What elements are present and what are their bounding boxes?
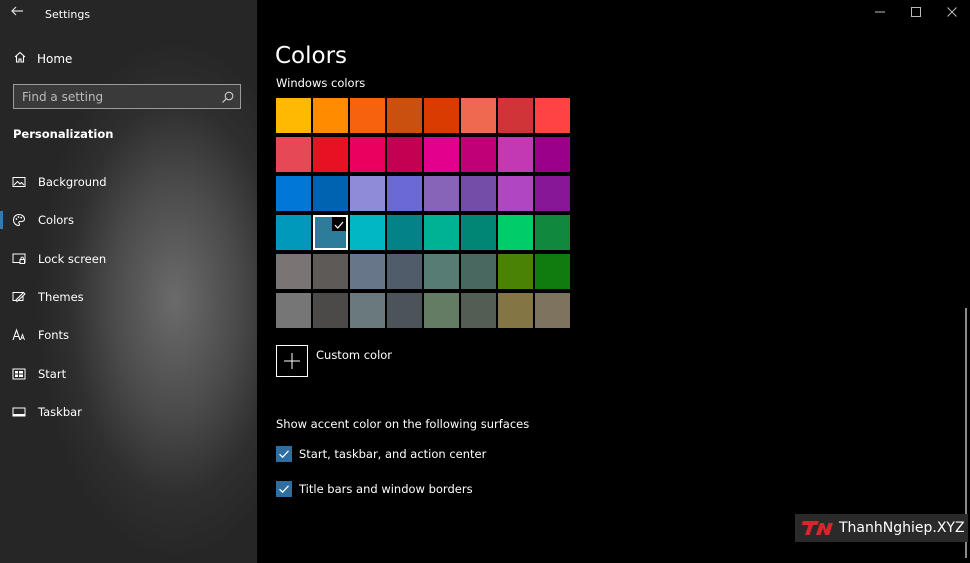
palette-icon xyxy=(12,213,26,227)
color-swatch[interactable] xyxy=(387,137,422,172)
themes-icon xyxy=(12,290,26,304)
color-swatch[interactable] xyxy=(350,293,385,328)
color-swatch[interactable] xyxy=(276,137,311,172)
color-swatch[interactable] xyxy=(461,176,496,211)
sidebar-item-label: Colors xyxy=(38,213,75,227)
color-swatch[interactable] xyxy=(424,98,459,133)
color-swatch[interactable] xyxy=(461,98,496,133)
color-swatch[interactable] xyxy=(424,137,459,172)
color-swatch[interactable] xyxy=(498,176,533,211)
sidebar-item-colors[interactable]: Colors xyxy=(0,205,257,235)
color-swatch[interactable] xyxy=(276,254,311,289)
home-label: Home xyxy=(37,51,73,66)
image-icon xyxy=(12,175,26,189)
color-swatch[interactable] xyxy=(424,176,459,211)
home-icon xyxy=(13,50,27,67)
checkbox-checked-icon[interactable] xyxy=(276,446,292,462)
lock-screen-icon xyxy=(12,252,26,266)
color-swatch[interactable] xyxy=(276,176,311,211)
sidebar-item-label: Taskbar xyxy=(38,405,82,419)
section-title: Personalization xyxy=(13,127,114,141)
color-swatch[interactable] xyxy=(498,137,533,172)
sidebar-item-start[interactable]: Start xyxy=(0,359,257,389)
color-swatch[interactable] xyxy=(387,215,422,250)
color-swatch[interactable] xyxy=(313,176,348,211)
color-swatch[interactable] xyxy=(424,254,459,289)
color-swatch[interactable] xyxy=(424,215,459,250)
color-swatch-grid xyxy=(276,98,570,328)
color-swatch[interactable] xyxy=(498,215,533,250)
sidebar-item-background[interactable]: Background xyxy=(0,167,257,197)
checkbox-label: Start, taskbar, and action center xyxy=(299,447,487,461)
color-swatch[interactable] xyxy=(461,293,496,328)
color-swatch[interactable] xyxy=(313,293,348,328)
color-swatch[interactable] xyxy=(535,254,570,289)
color-swatch[interactable] xyxy=(387,293,422,328)
color-swatch[interactable] xyxy=(387,254,422,289)
sidebar-item-lock-screen[interactable]: Lock screen xyxy=(0,244,257,274)
sidebar-item-label: Background xyxy=(38,175,107,189)
color-swatch[interactable] xyxy=(313,98,348,133)
color-swatch[interactable] xyxy=(313,137,348,172)
color-swatch[interactable] xyxy=(498,254,533,289)
window-controls xyxy=(862,0,970,24)
search-box[interactable] xyxy=(13,84,241,109)
color-swatch[interactable] xyxy=(461,137,496,172)
sidebar-item-label: Themes xyxy=(38,290,84,304)
close-icon[interactable] xyxy=(934,0,970,24)
plus-icon[interactable] xyxy=(276,345,308,377)
start-icon xyxy=(12,367,26,381)
checkbox-checked-icon[interactable] xyxy=(276,481,292,497)
color-swatch[interactable] xyxy=(498,98,533,133)
minimize-icon[interactable] xyxy=(862,0,898,24)
sidebar-item-taskbar[interactable]: Taskbar xyxy=(0,397,257,427)
checkmark-icon xyxy=(332,217,346,231)
maximize-icon[interactable] xyxy=(898,0,934,24)
color-swatch[interactable] xyxy=(276,215,311,250)
checkbox-label: Title bars and window borders xyxy=(299,482,473,496)
color-swatch[interactable] xyxy=(535,98,570,133)
search-input[interactable] xyxy=(14,85,222,108)
taskbar-icon xyxy=(12,405,26,419)
search-icon[interactable] xyxy=(221,89,235,108)
color-swatch[interactable] xyxy=(498,293,533,328)
color-swatch[interactable] xyxy=(276,293,311,328)
sidebar-item-label: Fonts xyxy=(38,328,70,342)
sidebar-item-label: Lock screen xyxy=(38,252,107,266)
custom-color-label: Custom color xyxy=(316,348,393,362)
sidebar-item-label: Start xyxy=(38,367,67,381)
fonts-icon xyxy=(12,328,26,342)
color-swatch[interactable] xyxy=(535,137,570,172)
color-swatch[interactable] xyxy=(276,98,311,133)
color-swatch[interactable] xyxy=(350,137,385,172)
color-swatch[interactable] xyxy=(350,176,385,211)
checkbox-title-bars[interactable]: Title bars and window borders xyxy=(276,481,473,497)
sidebar-item-themes[interactable]: Themes xyxy=(0,282,257,312)
page-title: Colors xyxy=(275,43,348,69)
app-title: Settings xyxy=(45,8,91,21)
sidebar: Settings Home Personalization Background… xyxy=(0,0,257,563)
color-swatch[interactable] xyxy=(535,293,570,328)
sidebar-item-fonts[interactable]: Fonts xyxy=(0,320,257,350)
home-nav-item[interactable]: Home xyxy=(13,50,72,67)
color-swatch[interactable] xyxy=(461,215,496,250)
color-swatch[interactable] xyxy=(535,176,570,211)
color-swatch[interactable] xyxy=(424,293,459,328)
checkbox-start-taskbar[interactable]: Start, taskbar, and action center xyxy=(276,446,486,462)
color-swatch[interactable] xyxy=(350,254,385,289)
color-swatch[interactable] xyxy=(350,98,385,133)
color-swatch[interactable] xyxy=(313,215,348,250)
color-swatch[interactable] xyxy=(313,254,348,289)
watermark-text: ThanhNghiep.XYZ xyxy=(839,520,965,536)
color-swatch[interactable] xyxy=(535,215,570,250)
back-arrow-icon[interactable] xyxy=(10,4,24,18)
watermark: ThanhNghiep.XYZ xyxy=(795,514,968,542)
surfaces-heading: Show accent color on the following surfa… xyxy=(276,417,530,431)
color-swatch[interactable] xyxy=(387,98,422,133)
color-swatch[interactable] xyxy=(461,254,496,289)
color-swatch[interactable] xyxy=(387,176,422,211)
windows-colors-label: Windows colors xyxy=(276,76,366,90)
watermark-logo-icon xyxy=(801,519,835,537)
color-swatch[interactable] xyxy=(350,215,385,250)
